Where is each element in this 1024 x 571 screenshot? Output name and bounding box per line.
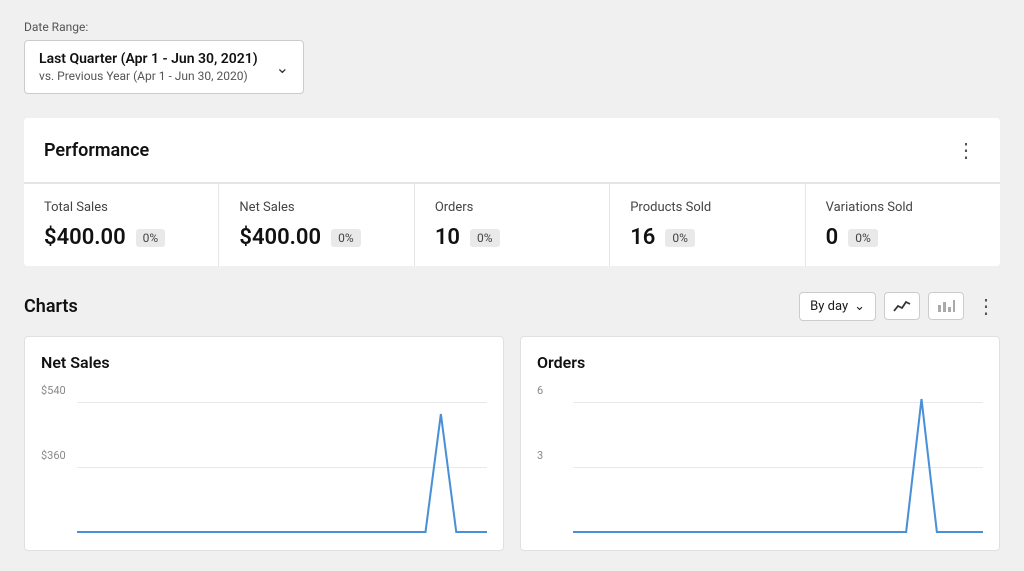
metric-value-row-products-sold: 16 0% — [630, 225, 784, 250]
metric-value-row-orders: 10 0% — [435, 225, 589, 250]
net-sales-chart-svg — [77, 384, 487, 534]
performance-header: Performance ⋮ — [24, 118, 1000, 183]
line-chart-button[interactable] — [884, 292, 920, 320]
date-range-label: Date Range: — [24, 20, 1000, 34]
metric-badge-orders: 0% — [470, 229, 500, 247]
metric-variations-sold: Variations Sold 0 0% — [806, 184, 1000, 266]
bar-chart-icon — [937, 299, 955, 313]
net-sales-chart-card: Net Sales $540 $360 — [24, 336, 504, 551]
date-range-dropdown[interactable]: Last Quarter (Apr 1 - Jun 30, 2021) vs. … — [24, 40, 304, 94]
page: Date Range: Last Quarter (Apr 1 - Jun 30… — [0, 0, 1024, 571]
date-range-main: Last Quarter (Apr 1 - Jun 30, 2021) — [39, 51, 258, 67]
net-sales-y-top: $540 — [41, 384, 66, 397]
performance-section: Performance ⋮ Total Sales $400.00 0% Net… — [24, 118, 1000, 266]
orders-chart-area: 6 3 — [537, 384, 983, 534]
net-sales-chart-title: Net Sales — [41, 353, 487, 372]
chevron-down-icon: ⌄ — [276, 58, 289, 77]
performance-title: Performance — [44, 140, 149, 161]
metric-orders: Orders 10 0% — [415, 184, 610, 266]
charts-row: Net Sales $540 $360 Orders 6 3 — [24, 336, 1000, 551]
orders-chart-title: Orders — [537, 353, 983, 372]
orders-y-top: 6 — [537, 384, 543, 397]
metric-value-variations-sold: 0 — [826, 225, 839, 250]
metric-badge-variations-sold: 0% — [848, 229, 878, 247]
metric-label-net-sales: Net Sales — [239, 200, 393, 215]
metric-value-orders: 10 — [435, 225, 460, 250]
by-day-chevron-icon: ⌄ — [854, 299, 865, 314]
metric-label-total-sales: Total Sales — [44, 200, 198, 215]
date-range-sub: vs. Previous Year (Apr 1 - Jun 30, 2020) — [39, 69, 258, 83]
metric-products-sold: Products Sold 16 0% — [610, 184, 805, 266]
metric-value-total-sales: $400.00 — [44, 225, 126, 250]
metric-badge-products-sold: 0% — [665, 229, 695, 247]
metric-value-row-net-sales: $400.00 0% — [239, 225, 393, 250]
metrics-row: Total Sales $400.00 0% Net Sales $400.00… — [24, 183, 1000, 266]
charts-menu-button[interactable]: ⋮ — [972, 290, 1000, 322]
metric-label-variations-sold: Variations Sold — [826, 200, 980, 215]
orders-chart-svg — [573, 384, 983, 534]
net-sales-chart-area: $540 $360 — [41, 384, 487, 534]
metric-net-sales: Net Sales $400.00 0% — [219, 184, 414, 266]
bar-chart-button[interactable] — [928, 292, 964, 320]
metric-value-row-total-sales: $400.00 0% — [44, 225, 198, 250]
charts-title: Charts — [24, 296, 78, 317]
charts-section: Charts By day ⌄ — [24, 290, 1000, 551]
charts-controls: By day ⌄ — [799, 290, 1000, 322]
line-chart-icon — [893, 299, 911, 313]
metric-value-net-sales: $400.00 — [239, 225, 321, 250]
orders-chart-card: Orders 6 3 — [520, 336, 1000, 551]
metric-value-row-variations-sold: 0 0% — [826, 225, 980, 250]
metric-badge-net-sales: 0% — [331, 229, 361, 247]
metric-label-orders: Orders — [435, 200, 589, 215]
metric-value-products-sold: 16 — [630, 225, 655, 250]
by-day-dropdown[interactable]: By day ⌄ — [799, 292, 876, 321]
metric-label-products-sold: Products Sold — [630, 200, 784, 215]
performance-menu-button[interactable]: ⋮ — [952, 134, 980, 166]
date-range-text: Last Quarter (Apr 1 - Jun 30, 2021) vs. … — [39, 51, 258, 83]
metric-total-sales: Total Sales $400.00 0% — [24, 184, 219, 266]
by-day-label: By day — [810, 299, 848, 314]
net-sales-y-mid: $360 — [41, 449, 66, 462]
orders-y-mid: 3 — [537, 449, 543, 462]
charts-header: Charts By day ⌄ — [24, 290, 1000, 322]
metric-badge-total-sales: 0% — [136, 229, 166, 247]
